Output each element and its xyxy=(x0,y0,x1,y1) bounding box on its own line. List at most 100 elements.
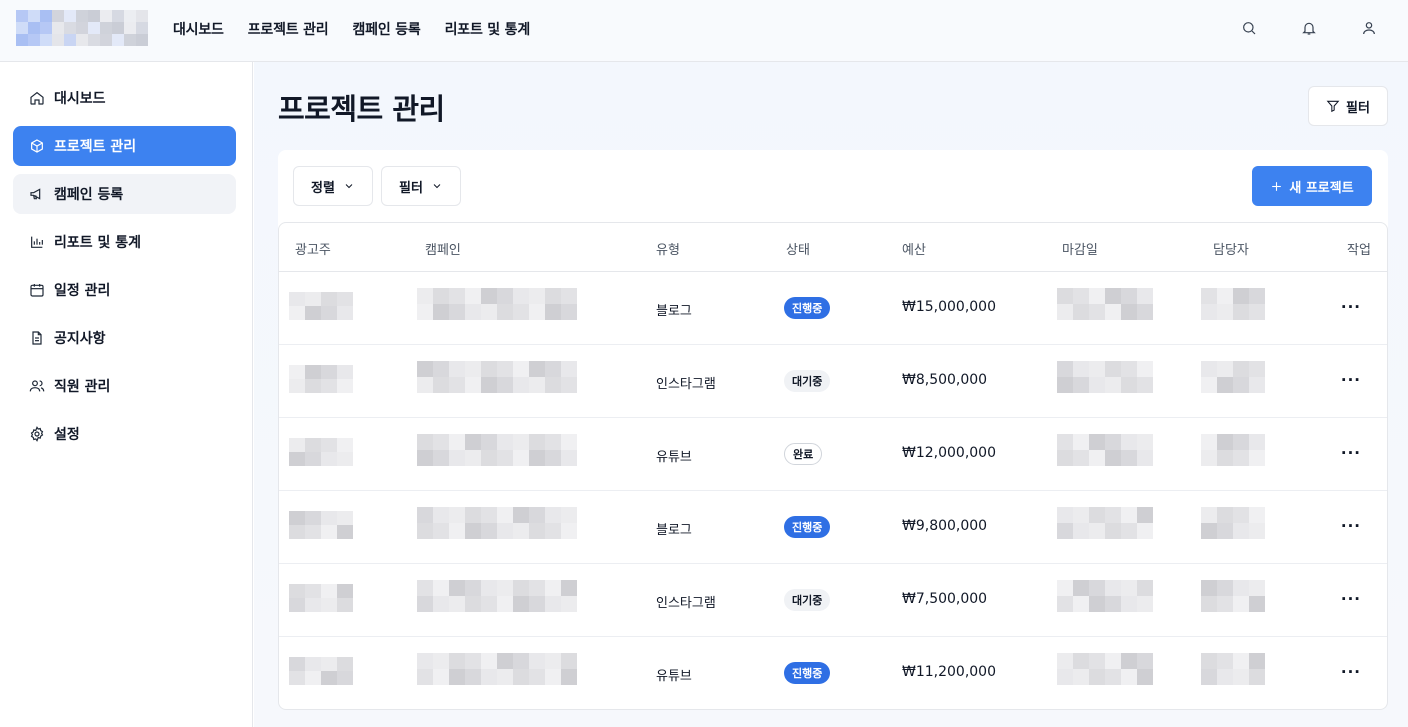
user-icon[interactable] xyxy=(1358,17,1380,39)
column-header[interactable]: 작업 xyxy=(1347,239,1371,258)
home-icon xyxy=(30,91,44,105)
project-card: 정렬 필터 새 프로젝트 광고주 캠페인 유형 상태 예산 마감일 담당자 작업… xyxy=(278,150,1388,710)
more-actions-icon[interactable]: ··· xyxy=(1341,371,1361,389)
redacted-text xyxy=(1057,434,1153,466)
redacted-text xyxy=(1057,580,1153,612)
budget-cell: ₩7,500,000 xyxy=(902,591,988,607)
megaphone-icon xyxy=(30,188,41,200)
sidebar-item-staff[interactable]: 직원 관리 xyxy=(13,366,236,406)
status-badge: 진행중 xyxy=(784,516,831,538)
filter-label: 필터 xyxy=(399,180,423,196)
column-header[interactable]: 담당자 xyxy=(1213,239,1249,258)
redacted-text xyxy=(289,657,353,685)
type-cell: 유튜브 xyxy=(656,450,692,465)
page-filter-label: 필터 xyxy=(1346,100,1370,116)
redacted-text xyxy=(417,434,577,466)
status-badge: 진행중 xyxy=(784,297,831,319)
filter-icon xyxy=(1326,100,1340,113)
gear-icon xyxy=(30,426,44,442)
project-table: 광고주 캠페인 유형 상태 예산 마감일 담당자 작업 블로그 진행중 ₩15,00… xyxy=(278,222,1388,710)
sidebar-item-label: 대시보드 xyxy=(54,91,106,107)
sidebar-item-schedule[interactable]: 일정 관리 xyxy=(13,270,236,310)
column-header[interactable]: 마감일 xyxy=(1062,239,1098,258)
budget-cell: ₩9,800,000 xyxy=(902,518,988,534)
redacted-text xyxy=(1201,361,1265,393)
table-row[interactable]: 인스타그램 대기중 ₩7,500,000 ··· xyxy=(279,564,1387,637)
sidebar-item-label: 프로젝트 관리 xyxy=(54,139,137,155)
top-nav: 대시보드 프로젝트 관리 캠페인 등록 리포트 및 통계 xyxy=(173,0,530,58)
table-row[interactable]: 인스타그램 대기중 ₩8,500,000 ··· xyxy=(279,345,1387,418)
more-actions-icon[interactable]: ··· xyxy=(1341,663,1361,681)
more-actions-icon[interactable]: ··· xyxy=(1341,298,1361,316)
status-badge: 대기중 xyxy=(784,370,831,392)
redacted-text xyxy=(1057,507,1153,539)
search-icon[interactable] xyxy=(1238,17,1260,39)
redacted-text xyxy=(417,580,577,612)
sidebar-item-dashboard[interactable]: 대시보드 xyxy=(13,78,236,118)
redacted-text xyxy=(289,511,353,539)
sidebar-item-reports[interactable]: 리포트 및 통계 xyxy=(13,222,236,262)
top-nav-campaign[interactable]: 캠페인 등록 xyxy=(353,19,421,39)
sort-button[interactable]: 정렬 xyxy=(293,166,373,206)
budget-cell: ₩11,200,000 xyxy=(902,664,997,680)
sort-label: 정렬 xyxy=(311,180,335,196)
box-icon xyxy=(31,139,43,153)
bell-icon[interactable] xyxy=(1298,17,1320,39)
sidebar-item-label: 리포트 및 통계 xyxy=(54,235,142,251)
new-project-button[interactable]: 새 프로젝트 xyxy=(1252,166,1372,206)
sidebar-item-label: 캠페인 등록 xyxy=(54,187,124,203)
redacted-text xyxy=(1201,580,1265,612)
chevron-down-icon xyxy=(345,184,353,189)
redacted-text xyxy=(289,584,353,612)
column-header[interactable]: 유형 xyxy=(656,239,680,258)
budget-cell: ₩12,000,000 xyxy=(902,445,997,461)
sidebar-item-notice[interactable]: 공지사항 xyxy=(13,318,236,358)
redacted-text xyxy=(1057,361,1153,393)
table-row[interactable]: 유튜브 진행중 ₩11,200,000 ··· xyxy=(279,637,1387,709)
redacted-text xyxy=(1201,288,1265,320)
sidebar-item-settings[interactable]: 설정 xyxy=(13,414,236,454)
column-header[interactable]: 광고주 xyxy=(295,239,331,258)
document-icon xyxy=(32,331,42,345)
calendar-icon xyxy=(30,284,44,297)
column-header[interactable]: 예산 xyxy=(902,239,926,258)
budget-cell: ₩8,500,000 xyxy=(902,372,988,388)
sidebar: 대시보드 프로젝트 관리 캠페인 등록 리포트 및 통계 일정 관리 공지사항 … xyxy=(0,62,253,727)
top-nav-reports[interactable]: 리포트 및 통계 xyxy=(445,19,531,39)
redacted-text xyxy=(289,438,353,466)
redacted-text xyxy=(1057,653,1153,685)
table-row[interactable]: 블로그 진행중 ₩15,000,000 ··· xyxy=(279,272,1387,345)
top-bar: 대시보드 프로젝트 관리 캠페인 등록 리포트 및 통계 xyxy=(0,0,1408,62)
table-row[interactable]: 유튜브 완료 ₩12,000,000 ··· xyxy=(279,418,1387,491)
top-nav-dashboard[interactable]: 대시보드 xyxy=(173,19,224,39)
type-cell: 인스타그램 xyxy=(656,596,716,611)
new-project-label: 새 프로젝트 xyxy=(1289,180,1354,196)
chevron-down-icon xyxy=(433,184,441,189)
main-content: 프로젝트 관리 필터 정렬 필터 새 프로젝트 광고주 캠페인 유형 상태 예산… xyxy=(254,62,1408,727)
redacted-text xyxy=(1057,288,1153,320)
filter-button[interactable]: 필터 xyxy=(381,166,461,206)
status-badge: 대기중 xyxy=(784,589,831,611)
bar-chart-icon xyxy=(31,236,43,248)
redacted-text xyxy=(1201,507,1265,539)
column-header[interactable]: 캠페인 xyxy=(425,239,461,258)
redacted-text xyxy=(417,288,577,320)
type-cell: 유튜브 xyxy=(656,669,692,684)
more-actions-icon[interactable]: ··· xyxy=(1341,517,1361,535)
logo[interactable] xyxy=(16,10,148,46)
top-nav-projects[interactable]: 프로젝트 관리 xyxy=(248,19,329,39)
column-header[interactable]: 상태 xyxy=(786,239,810,258)
redacted-text xyxy=(1201,653,1265,685)
redacted-text xyxy=(1201,434,1265,466)
type-cell: 블로그 xyxy=(656,523,692,538)
redacted-text xyxy=(417,507,577,539)
page-filter-button[interactable]: 필터 xyxy=(1308,86,1388,126)
more-actions-icon[interactable]: ··· xyxy=(1341,590,1361,608)
plus-icon xyxy=(1272,181,1282,191)
table-row[interactable]: 블로그 진행중 ₩9,800,000 ··· xyxy=(279,491,1387,564)
type-cell: 블로그 xyxy=(656,304,692,319)
sidebar-item-campaign[interactable]: 캠페인 등록 xyxy=(13,174,236,214)
more-actions-icon[interactable]: ··· xyxy=(1341,444,1361,462)
table-header: 광고주 캠페인 유형 상태 예산 마감일 담당자 작업 xyxy=(279,223,1387,272)
sidebar-item-projects[interactable]: 프로젝트 관리 xyxy=(13,126,236,166)
